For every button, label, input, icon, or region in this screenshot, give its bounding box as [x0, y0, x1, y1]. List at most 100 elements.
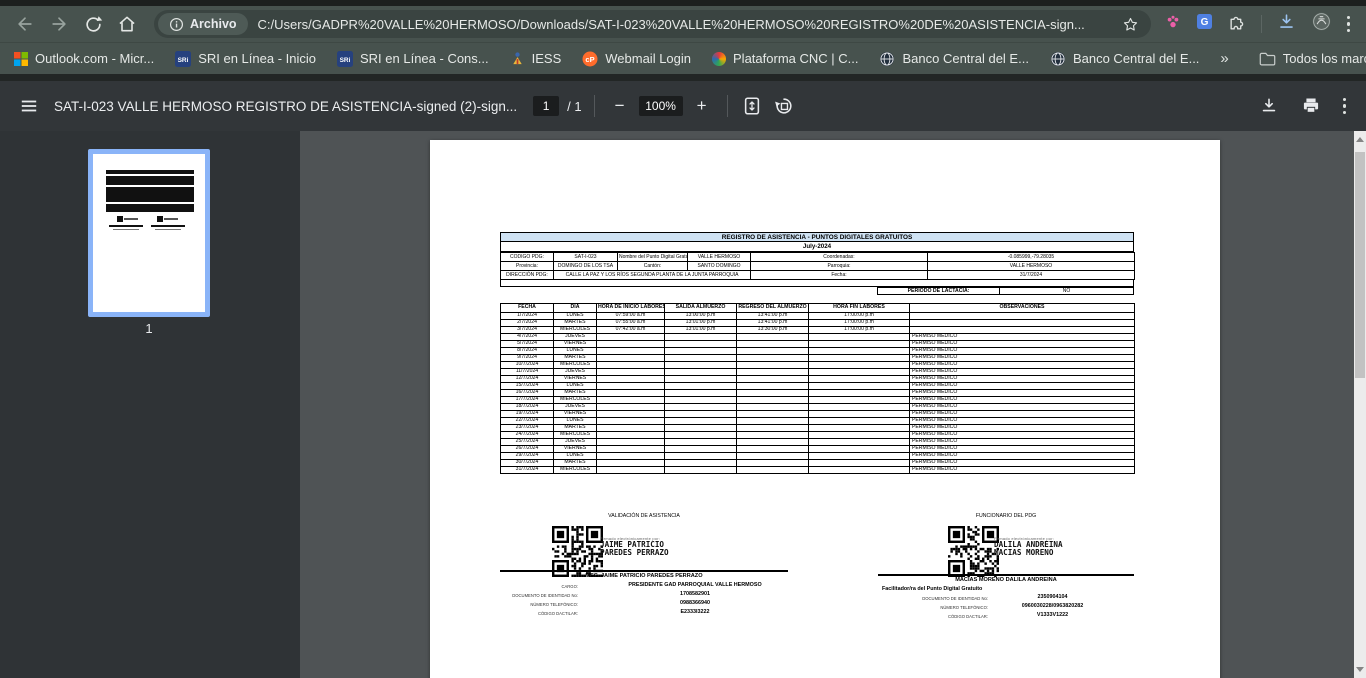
bookmark-webmail[interactable]: cP Webmail Login	[582, 51, 691, 67]
pdf-viewer: 1 REGISTRO DE ASISTENCIA - PUNTOS DIGITA…	[0, 131, 1366, 678]
bookmark-sri-inicio[interactable]: SRi SRI en Línea - Inicio	[175, 51, 316, 67]
cell: LUNES	[554, 348, 597, 355]
scrollbar-down-arrow[interactable]	[1356, 667, 1364, 672]
cell	[809, 446, 910, 453]
pdf-download-button[interactable]	[1259, 96, 1279, 116]
bookmark-outlook[interactable]: Outlook.com - Micr...	[14, 51, 154, 66]
cell: 17/7/2024	[501, 397, 554, 404]
reload-button[interactable]	[76, 9, 110, 39]
canton-label: Cantón:	[618, 262, 688, 271]
home-button[interactable]	[110, 9, 144, 39]
browser-toolbar: Archivo C:/Users/GADPR%20VALLE%20HERMOSO…	[0, 6, 1366, 42]
zoom-level-value: 100%	[645, 99, 676, 113]
address-bar[interactable]: Archivo C:/Users/GADPR%20VALLE%20HERMOSO…	[154, 10, 1151, 38]
page-number-input[interactable]: 1	[533, 96, 559, 116]
cell	[597, 376, 665, 383]
url-text[interactable]: C:/Users/GADPR%20VALLE%20HERMOSO/Downloa…	[248, 17, 1114, 32]
pdf-menu-kebab-icon[interactable]	[1343, 98, 1347, 115]
cell	[737, 404, 809, 411]
pdf-print-button[interactable]	[1301, 96, 1321, 116]
direccion-value: CALLE LA PAZ Y LOS RÍOS SEGUNDA PLANTA D…	[554, 271, 751, 280]
cell	[737, 362, 809, 369]
extensions-puzzle-icon[interactable]	[1228, 13, 1246, 36]
bookmark-sri-consultas[interactable]: SRi SRI en Línea - Cons...	[337, 51, 489, 67]
table-row: 16/7/2024MARTESPERMISO MÉDICO	[501, 390, 1135, 397]
cell: PERMISO MÉDICO	[910, 439, 1135, 446]
downloads-toolbar-icon[interactable]	[1277, 12, 1296, 36]
microsoft-icon	[14, 52, 28, 66]
cell	[737, 355, 809, 362]
forward-button[interactable]	[42, 9, 76, 39]
cell	[597, 404, 665, 411]
cell: 22/7/2024	[501, 418, 554, 425]
browser-menu-kebab-icon[interactable]	[1347, 16, 1351, 33]
page-thumbnail[interactable]	[88, 149, 210, 317]
cell	[597, 383, 665, 390]
back-button[interactable]	[8, 9, 42, 39]
cell: 17:00:00 p.m	[809, 327, 910, 334]
direccion-label: DIRECCIÓN PDG:	[501, 271, 554, 280]
cell	[809, 411, 910, 418]
cell	[665, 453, 737, 460]
all-bookmarks-button[interactable]: Todos los marcadores	[1259, 51, 1366, 66]
cell: LUNES	[554, 418, 597, 425]
cell: PERMISO MÉDICO	[910, 376, 1135, 383]
rotate-button[interactable]	[774, 96, 794, 116]
cell: JUEVES	[554, 404, 597, 411]
scrollbar-thumb[interactable]	[1355, 152, 1365, 378]
bookmark-label: SRI en Línea - Inicio	[198, 51, 316, 66]
cell: PERMISO MÉDICO	[910, 369, 1135, 376]
bookmark-banco-central-2[interactable]: Banco Central del E...	[1050, 51, 1199, 67]
fit-to-page-button[interactable]	[742, 96, 762, 116]
signer-name-left: MSC. JAIME PATRICIO PAREDES PERRAZO	[500, 573, 788, 579]
cell	[665, 334, 737, 341]
cell	[737, 453, 809, 460]
cell	[665, 446, 737, 453]
rotate-icon	[774, 96, 794, 116]
col-dia: DÍA	[554, 304, 597, 313]
bookmark-star-icon[interactable]	[1122, 16, 1139, 33]
cell	[737, 348, 809, 355]
cell	[809, 418, 910, 425]
cell	[665, 411, 737, 418]
cell: MIÉRCOLES	[554, 467, 597, 474]
cargo-value: PRESIDENTE GAD PARROQUIAL VALLE HERMOSO	[580, 582, 810, 588]
cell	[737, 376, 809, 383]
cell	[737, 369, 809, 376]
cell: LUNES	[554, 383, 597, 390]
zoom-level-input[interactable]: 100%	[639, 96, 683, 116]
vertical-scrollbar[interactable]	[1354, 131, 1366, 678]
translate-extension-icon[interactable]: G	[1196, 13, 1213, 35]
cell: PERMISO MÉDICO	[910, 397, 1135, 404]
bookmarks-bar: Outlook.com - Micr... SRi SRI en Línea -…	[0, 42, 1366, 74]
table-row: 17/7/2024MIÉRCOLESPERMISO MÉDICO	[501, 397, 1135, 404]
cell: VIERNES	[554, 341, 597, 348]
pdf-menu-button[interactable]	[20, 97, 38, 115]
cell: 23/7/2024	[501, 425, 554, 432]
file-scheme-chip[interactable]: Archivo	[158, 13, 248, 35]
print-icon	[1301, 96, 1321, 116]
table-row: 1/7/2024LUNES07:59:00 a.m13:00:00 p.m13:…	[501, 313, 1135, 320]
extensions-area: G	[1165, 11, 1351, 37]
profile-avatar[interactable]	[1311, 11, 1332, 37]
reload-icon	[84, 15, 103, 34]
scrollbar-up-arrow[interactable]	[1356, 137, 1364, 142]
signature-text-left: Firmado electrónicamente por: JAIME PATR…	[600, 536, 669, 557]
bookmark-iess[interactable]: IESS	[510, 51, 562, 66]
bookmark-cnc[interactable]: Plataforma CNC | C...	[712, 51, 858, 66]
cell	[737, 334, 809, 341]
bookmark-label: Outlook.com - Micr...	[35, 51, 154, 66]
pink-extension-icon[interactable]	[1165, 14, 1181, 35]
funcionario-section-title: FUNCIONARIO DEL PDG	[878, 513, 1134, 519]
pdf-toolbar-separator	[594, 95, 595, 117]
bookmark-banco-central-1[interactable]: Banco Central del E...	[879, 51, 1028, 67]
cell: 18/7/2024	[501, 404, 554, 411]
parroquia-value: VALLE HERMOSO	[928, 262, 1135, 271]
codigo-value: SAT-I-023	[554, 253, 618, 262]
zoom-in-button[interactable]: +	[689, 93, 715, 119]
cell: PERMISO MÉDICO	[910, 362, 1135, 369]
zoom-out-button[interactable]: −	[607, 93, 633, 119]
bookmarks-overflow-button[interactable]: »	[1220, 50, 1228, 67]
cell: PERMISO MÉDICO	[910, 383, 1135, 390]
dactilar-value-left: E2333I3222	[580, 609, 810, 615]
